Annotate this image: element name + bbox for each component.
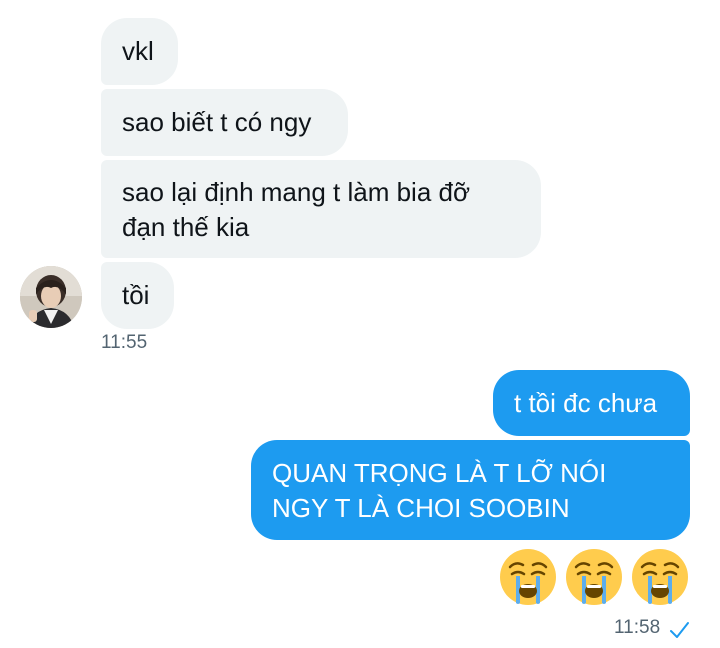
message-timestamp: 11:58 (614, 617, 661, 638)
message-text-line: đạn thế kia (122, 212, 250, 242)
loudly-crying-face-icon (566, 549, 622, 605)
message-text: t tồi đc chưa (514, 387, 658, 418)
message-text-line: sao lại định mang t làm bia đỡ (122, 177, 471, 207)
sent-check-icon (670, 622, 689, 638)
loudly-crying-face-icon (632, 549, 688, 605)
message-text-line: QUAN TRỌNG LÀ T LỠ NÓI (272, 458, 607, 488)
loudly-crying-face-icon (500, 549, 556, 605)
outgoing-message[interactable]: QUAN TRỌNG LÀ T LỠ NÓI NGY T LÀ CHOI SOO… (251, 440, 690, 540)
outgoing-message[interactable]: t tồi đc chưa (493, 370, 690, 436)
incoming-message[interactable]: vkl (101, 18, 178, 85)
incoming-message[interactable]: sao biết t có ngy (101, 89, 348, 156)
message-text: vkl (122, 36, 154, 66)
incoming-message[interactable]: sao lại định mang t làm bia đỡ đạn thế k… (101, 160, 541, 258)
message-text: sao biết t có ngy (122, 107, 312, 137)
sender-avatar[interactable] (20, 266, 82, 328)
message-timestamp: 11:55 (101, 332, 148, 353)
message-text-line: NGY T LÀ CHOI SOOBIN (272, 493, 570, 523)
incoming-message[interactable]: tồi (101, 262, 174, 329)
message-text: tồi (122, 280, 150, 310)
avatar-image (20, 266, 82, 328)
